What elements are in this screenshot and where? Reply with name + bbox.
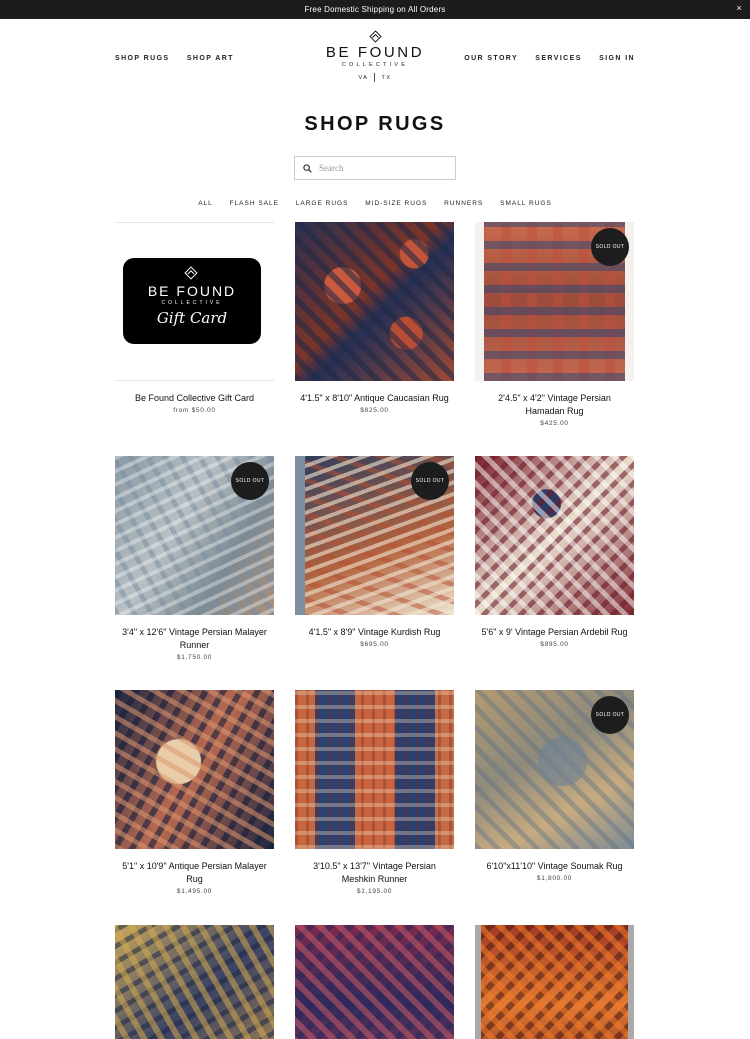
product-image[interactable]: SOLD OUT bbox=[295, 456, 454, 615]
product-card[interactable]: 5'1" x 10'9" Antique Persian Malayer Rug… bbox=[115, 690, 274, 895]
product-price: $1,750.00 bbox=[176, 654, 213, 661]
product-image[interactable]: SOLD OUT bbox=[475, 222, 634, 381]
product-image[interactable] bbox=[295, 690, 454, 849]
nav-sign-in[interactable]: SIGN IN bbox=[599, 55, 635, 62]
announcement-text: Free Domestic Shipping on All Orders bbox=[304, 5, 446, 14]
logo-location-va: VA bbox=[358, 74, 369, 81]
logo-divider bbox=[374, 73, 376, 82]
product-image[interactable]: SOLD OUT bbox=[475, 690, 634, 849]
product-name[interactable]: Be Found Collective Gift Card bbox=[115, 392, 274, 405]
search-box[interactable] bbox=[294, 156, 456, 180]
category-filters: ALL FLASH SALE LARGE RUGS MID-SIZE RUGS … bbox=[0, 200, 750, 207]
product-price: $825.00 bbox=[360, 407, 389, 414]
filter-flash-sale[interactable]: FLASH SALE bbox=[230, 200, 279, 207]
nav-shop-rugs[interactable]: SHOP RUGS bbox=[115, 55, 169, 62]
product-image[interactable] bbox=[295, 925, 454, 1039]
product-image[interactable] bbox=[115, 690, 274, 849]
product-image[interactable]: BE FOUND COLLECTIVE Gift Card bbox=[115, 222, 274, 381]
filter-runners[interactable]: RUNNERS bbox=[444, 200, 483, 207]
product-card[interactable]: SOLD OUT 2'4.5" x 4'2" Vintage Persian H… bbox=[475, 222, 634, 427]
nav-our-story[interactable]: OUR STORY bbox=[464, 55, 518, 62]
product-price: $425.00 bbox=[540, 420, 569, 427]
close-icon[interactable]: × bbox=[737, 3, 742, 13]
sold-out-badge: SOLD OUT bbox=[411, 462, 449, 500]
gift-card-sub: COLLECTIVE bbox=[161, 300, 223, 306]
product-price: $1,195.00 bbox=[356, 888, 393, 895]
primary-nav-left: SHOP RUGS SHOP ART bbox=[115, 55, 248, 62]
gift-card-script: Gift Card bbox=[156, 309, 228, 327]
announcement-bar: Free Domestic Shipping on All Orders × bbox=[0, 0, 750, 19]
product-card[interactable]: 4'1.5" x 8'10" Antique Caucasian Rug $82… bbox=[295, 222, 454, 414]
product-card[interactable] bbox=[115, 925, 274, 1039]
product-card[interactable]: 3'10.5" x 13'7" Vintage Persian Meshkin … bbox=[295, 690, 454, 895]
gift-logo-icon bbox=[184, 266, 198, 280]
product-price: $1,495.00 bbox=[176, 888, 213, 895]
product-card[interactable]: BE FOUND COLLECTIVE Gift Card Be Found C… bbox=[115, 222, 274, 414]
page-title: SHOP RUGS bbox=[304, 113, 446, 135]
product-price: $895.00 bbox=[540, 641, 569, 648]
product-card[interactable] bbox=[475, 925, 634, 1039]
site-logo[interactable]: BE FOUND COLLECTIVE VA TX bbox=[325, 30, 425, 82]
product-name[interactable]: 2'4.5" x 4'2" Vintage Persian Hamadan Ru… bbox=[475, 392, 634, 418]
filter-large-rugs[interactable]: LARGE RUGS bbox=[296, 200, 349, 207]
product-grid: BE FOUND COLLECTIVE Gift Card Be Found C… bbox=[115, 222, 634, 1039]
sold-out-badge: SOLD OUT bbox=[231, 462, 269, 500]
logo-location-tx: TX bbox=[381, 74, 392, 81]
sold-out-badge: SOLD OUT bbox=[591, 228, 629, 266]
search-icon bbox=[303, 163, 312, 173]
product-price: $1,800.00 bbox=[536, 875, 573, 882]
product-name[interactable]: 3'10.5" x 13'7" Vintage Persian Meshkin … bbox=[295, 860, 454, 886]
logo-subtitle: COLLECTIVE bbox=[341, 62, 409, 68]
product-card[interactable]: SOLD OUT 4'1.5" x 8'9" Vintage Kurdish R… bbox=[295, 456, 454, 648]
sold-out-badge: SOLD OUT bbox=[591, 696, 629, 734]
logo-locations: VA TX bbox=[325, 73, 425, 82]
product-name[interactable]: 4'1.5" x 8'10" Antique Caucasian Rug bbox=[295, 392, 454, 405]
product-price: from $50.00 bbox=[173, 407, 216, 414]
product-name[interactable]: 5'6" x 9' Vintage Persian Ardebil Rug bbox=[475, 626, 634, 639]
product-card[interactable]: SOLD OUT 3'4" x 12'6" Vintage Persian Ma… bbox=[115, 456, 274, 661]
product-image[interactable] bbox=[475, 925, 634, 1039]
gift-card-brand: BE FOUND bbox=[147, 283, 237, 299]
filter-all[interactable]: ALL bbox=[198, 200, 213, 207]
product-name[interactable]: 4'1.5" x 8'9" Vintage Kurdish Rug bbox=[295, 626, 454, 639]
product-image[interactable] bbox=[475, 456, 634, 615]
product-card[interactable]: SOLD OUT 6'10"x11'10" Vintage Soumak Rug… bbox=[475, 690, 634, 882]
logo-wordmark: BE FOUND bbox=[325, 44, 425, 61]
search-input[interactable] bbox=[319, 163, 439, 173]
product-image[interactable] bbox=[295, 222, 454, 381]
product-card[interactable] bbox=[295, 925, 454, 1039]
product-card[interactable]: 5'6" x 9' Vintage Persian Ardebil Rug $8… bbox=[475, 456, 634, 648]
gift-card-graphic: BE FOUND COLLECTIVE Gift Card bbox=[123, 258, 261, 344]
logo-emblem-icon bbox=[368, 30, 382, 43]
product-name[interactable]: 6'10"x11'10" Vintage Soumak Rug bbox=[475, 860, 634, 873]
product-price: $695.00 bbox=[360, 641, 389, 648]
primary-nav-right: OUR STORY SERVICES SIGN IN bbox=[450, 55, 635, 62]
nav-shop-art[interactable]: SHOP ART bbox=[187, 55, 234, 62]
product-name[interactable]: 3'4" x 12'6" Vintage Persian Malayer Run… bbox=[115, 626, 274, 652]
filter-mid-size-rugs[interactable]: MID-SIZE RUGS bbox=[365, 200, 427, 207]
nav-services[interactable]: SERVICES bbox=[535, 55, 581, 62]
product-image[interactable]: SOLD OUT bbox=[115, 456, 274, 615]
product-name[interactable]: 5'1" x 10'9" Antique Persian Malayer Rug bbox=[115, 860, 274, 886]
filter-small-rugs[interactable]: SMALL RUGS bbox=[500, 200, 552, 207]
product-image[interactable] bbox=[115, 925, 274, 1039]
